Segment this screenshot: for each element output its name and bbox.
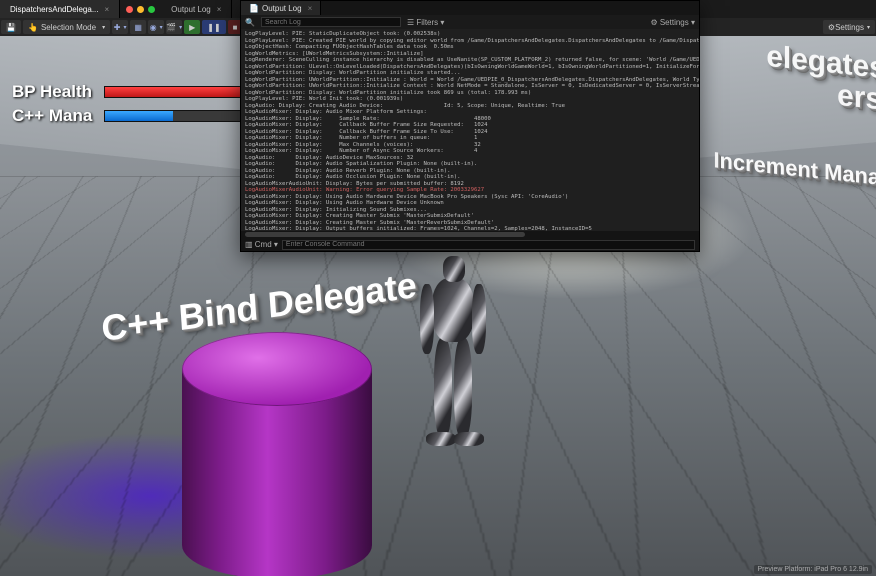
chevron-down-icon: ▾ [179, 24, 182, 31]
log-settings-dropdown[interactable]: ⚙ Settings ▾ [650, 18, 695, 27]
output-log-window-tab[interactable]: Output Log × [161, 0, 232, 18]
mode-label: Selection Mode [41, 23, 96, 32]
output-log-toolbar: 🔍 ☰ Filters ▾ ⚙ Settings ▾ [241, 15, 699, 29]
output-log-tab-label: Output Log [262, 4, 302, 13]
cmd-scope-dropdown[interactable]: ▥ Cmd ▾ [245, 240, 278, 249]
marketplace-button[interactable]: ▦ [130, 20, 146, 34]
output-log-hscrollbar[interactable] [241, 231, 699, 238]
settings-label: Settings [835, 23, 864, 32]
output-log-tab[interactable]: 📄 Output Log × [241, 1, 321, 15]
preview-platform-watermark: Preview Platform: iPad Pro 6 12.9in [754, 565, 873, 574]
close-window-icon[interactable] [126, 6, 133, 13]
hud-health-label: BP Health [12, 82, 104, 102]
minimize-window-icon[interactable] [137, 6, 144, 13]
search-icon: 🔍 [245, 18, 255, 27]
text3d-ers: ers [837, 79, 876, 118]
selection-mode-dropdown[interactable]: 👆 Selection Mode▾ [23, 20, 110, 34]
scrollbar-thumb[interactable] [245, 232, 525, 237]
play-button[interactable]: ▶ [184, 20, 200, 34]
hud-mana-bar [104, 110, 242, 122]
maximize-window-icon[interactable] [148, 6, 155, 13]
save-button[interactable]: 💾 [1, 20, 21, 34]
chevron-down-icon: ▾ [160, 24, 163, 31]
log-search-input[interactable] [261, 17, 401, 27]
mannequin-character [418, 256, 488, 466]
macos-window-controls[interactable] [126, 6, 155, 13]
blueprint-button[interactable]: ◉▾ [148, 20, 164, 34]
output-log-panel[interactable]: 📄 Output Log × 🔍 ☰ Filters ▾ ⚙ Settings … [240, 0, 700, 252]
add-content-button[interactable]: ✚▾ [112, 20, 128, 34]
settings-button[interactable]: ⚙ Settings▾ [823, 20, 875, 34]
player-hud: BP Health C++ Mana [12, 82, 242, 130]
output-log-text[interactable]: LogPlayLevel: PIE: StaticDuplicateObject… [241, 29, 699, 231]
pause-button[interactable]: ❚❚ [202, 20, 225, 34]
close-icon[interactable]: × [217, 5, 222, 14]
hud-health-fill [105, 87, 241, 97]
hud-health-bar [104, 86, 242, 98]
level-tab[interactable]: DispatchersAndDelega... × [0, 0, 120, 18]
chevron-down-icon: ▾ [123, 24, 126, 31]
filters-dropdown[interactable]: ☰ Filters ▾ [407, 18, 444, 27]
cylinder-actor-top [182, 332, 372, 406]
output-log-tabstrip: 📄 Output Log × [241, 1, 699, 15]
chevron-down-icon: ▾ [867, 24, 870, 31]
output-log-window-tab-label: Output Log [171, 5, 211, 14]
hud-mana-fill [105, 111, 173, 121]
hud-mana-label: C++ Mana [12, 106, 104, 126]
console-command-bar: ▥ Cmd ▾ [241, 238, 699, 251]
close-icon[interactable]: × [308, 4, 313, 13]
console-command-input[interactable] [282, 240, 695, 250]
cinematics-button[interactable]: 🎬▾ [166, 20, 182, 34]
chevron-down-icon: ▾ [102, 24, 105, 31]
level-tab-label: DispatchersAndDelega... [10, 5, 99, 14]
close-icon[interactable]: × [105, 5, 110, 14]
